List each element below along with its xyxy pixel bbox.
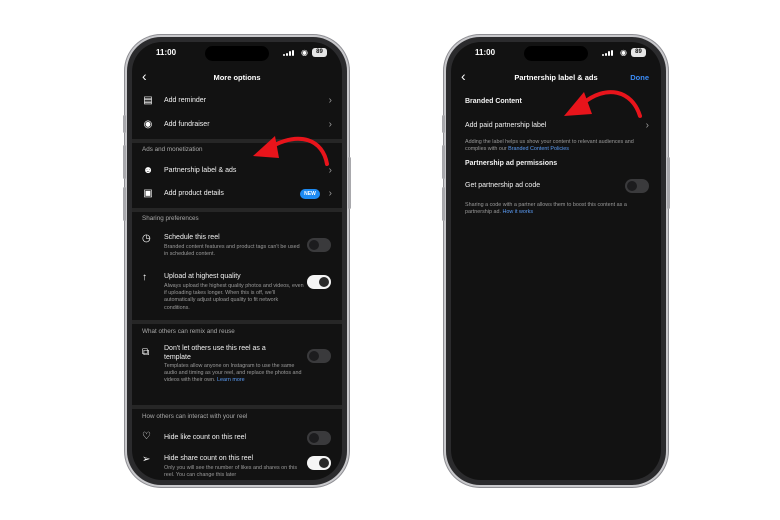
- schedule-description: Branded content features and product tag…: [164, 244, 300, 258]
- calendar-icon: ▤: [143, 95, 153, 106]
- upload-quality-toggle[interactable]: [307, 275, 331, 289]
- row-label: Add fundraiser: [164, 121, 210, 128]
- status-bar: 11:00 ◉ 89: [132, 42, 342, 64]
- ad-code-label: Get partnership ad code: [465, 182, 541, 189]
- section-sharing-heading: Sharing preferences: [142, 215, 199, 222]
- status-bar: 11:00 ◉ 89: [451, 42, 661, 64]
- paid-label-description: Adding the label helps us show your cont…: [465, 139, 645, 153]
- nav-bar: ‹ More options: [132, 66, 342, 90]
- divider: [132, 405, 342, 409]
- dynamic-island: [524, 46, 588, 61]
- row-label: Add product details: [164, 190, 224, 197]
- code-desc-text: Sharing a code with a partner allows the…: [465, 202, 627, 216]
- status-time: 11:00: [475, 48, 496, 57]
- learn-more-link[interactable]: Learn more: [217, 377, 245, 383]
- chevron-right-icon: ›: [328, 95, 332, 106]
- row-label: Add paid partnership label: [465, 122, 547, 129]
- upload-title: Upload at highest quality: [164, 273, 241, 280]
- schedule-title: Schedule this reel: [164, 234, 220, 241]
- template-title: Don't let others use this reel as a temp…: [164, 345, 266, 361]
- branded-content-policies-link[interactable]: Branded Content Policies: [508, 146, 569, 152]
- hide-share-description: Only you will see the number of likes an…: [164, 465, 298, 479]
- annotation-arrow-right: [564, 90, 642, 118]
- chevron-right-icon: ›: [328, 188, 332, 199]
- upload-description: Always upload the highest quality photos…: [164, 283, 304, 311]
- shopping-bag-icon: ▣: [143, 188, 153, 199]
- wifi-icon: ◉: [301, 48, 308, 57]
- hide-like-toggle[interactable]: [307, 431, 331, 445]
- status-time: 11:00: [156, 48, 177, 57]
- add-reminder-row[interactable]: ▤ Add reminder ›: [142, 92, 332, 112]
- schedule-toggle[interactable]: [307, 238, 331, 252]
- how-it-works-link[interactable]: How it works: [502, 209, 533, 215]
- section-ads-heading: Ads and monetization: [142, 146, 203, 153]
- branded-content-heading: Branded Content: [465, 98, 522, 105]
- page-title: More options: [213, 73, 261, 82]
- row-label: Partnership label & ads: [164, 167, 237, 174]
- signal-icon: [602, 50, 613, 56]
- section-interact-heading: How others can interact with your reel: [142, 413, 248, 420]
- partnership-ad-permissions-heading: Partnership ad permissions: [465, 160, 558, 167]
- row-label: Add reminder: [164, 97, 207, 104]
- heart-off-icon: ♡: [142, 431, 151, 442]
- upload-arrow-icon: ↑: [142, 272, 147, 283]
- people-icon: ☻: [142, 165, 154, 176]
- template-icon: ⧉: [142, 347, 150, 358]
- done-button[interactable]: Done: [630, 73, 649, 82]
- battery-icon: 89: [631, 48, 646, 57]
- divider: [132, 208, 342, 212]
- ad-code-toggle[interactable]: [625, 179, 649, 193]
- annotation-arrow-left: [253, 136, 329, 166]
- left-screen: 11:00 ◉ 89 ‹ More options ▤ Add reminder…: [132, 42, 342, 480]
- left-phone-frame: 11:00 ◉ 89 ‹ More options ▤ Add reminder…: [123, 37, 351, 485]
- hide-like-title: Hide like count on this reel: [164, 434, 247, 441]
- wifi-icon: ◉: [620, 48, 627, 57]
- stage: 11:00 ◉ 89 ‹ More options ▤ Add reminder…: [0, 0, 780, 520]
- share-off-icon: ➢: [142, 454, 151, 465]
- ad-code-description: Sharing a code with a partner allows the…: [465, 202, 650, 216]
- dynamic-island: [205, 46, 269, 61]
- hide-share-title: Hide share count on this reel: [164, 455, 254, 462]
- signal-icon: [283, 50, 294, 56]
- section-remix-heading: What others can remix and reuse: [142, 328, 235, 335]
- battery-icon: 89: [312, 48, 327, 57]
- clock-icon: ◷: [142, 233, 151, 244]
- divider: [132, 320, 342, 324]
- template-description: Templates allow anyone on Instagram to u…: [164, 363, 304, 385]
- fundraiser-icon: ◉: [143, 119, 153, 130]
- template-toggle[interactable]: [307, 349, 331, 363]
- add-product-details-row[interactable]: ▣ Add product details NEW ›: [142, 185, 332, 205]
- hide-share-toggle[interactable]: [307, 456, 331, 470]
- new-badge: NEW: [300, 189, 320, 199]
